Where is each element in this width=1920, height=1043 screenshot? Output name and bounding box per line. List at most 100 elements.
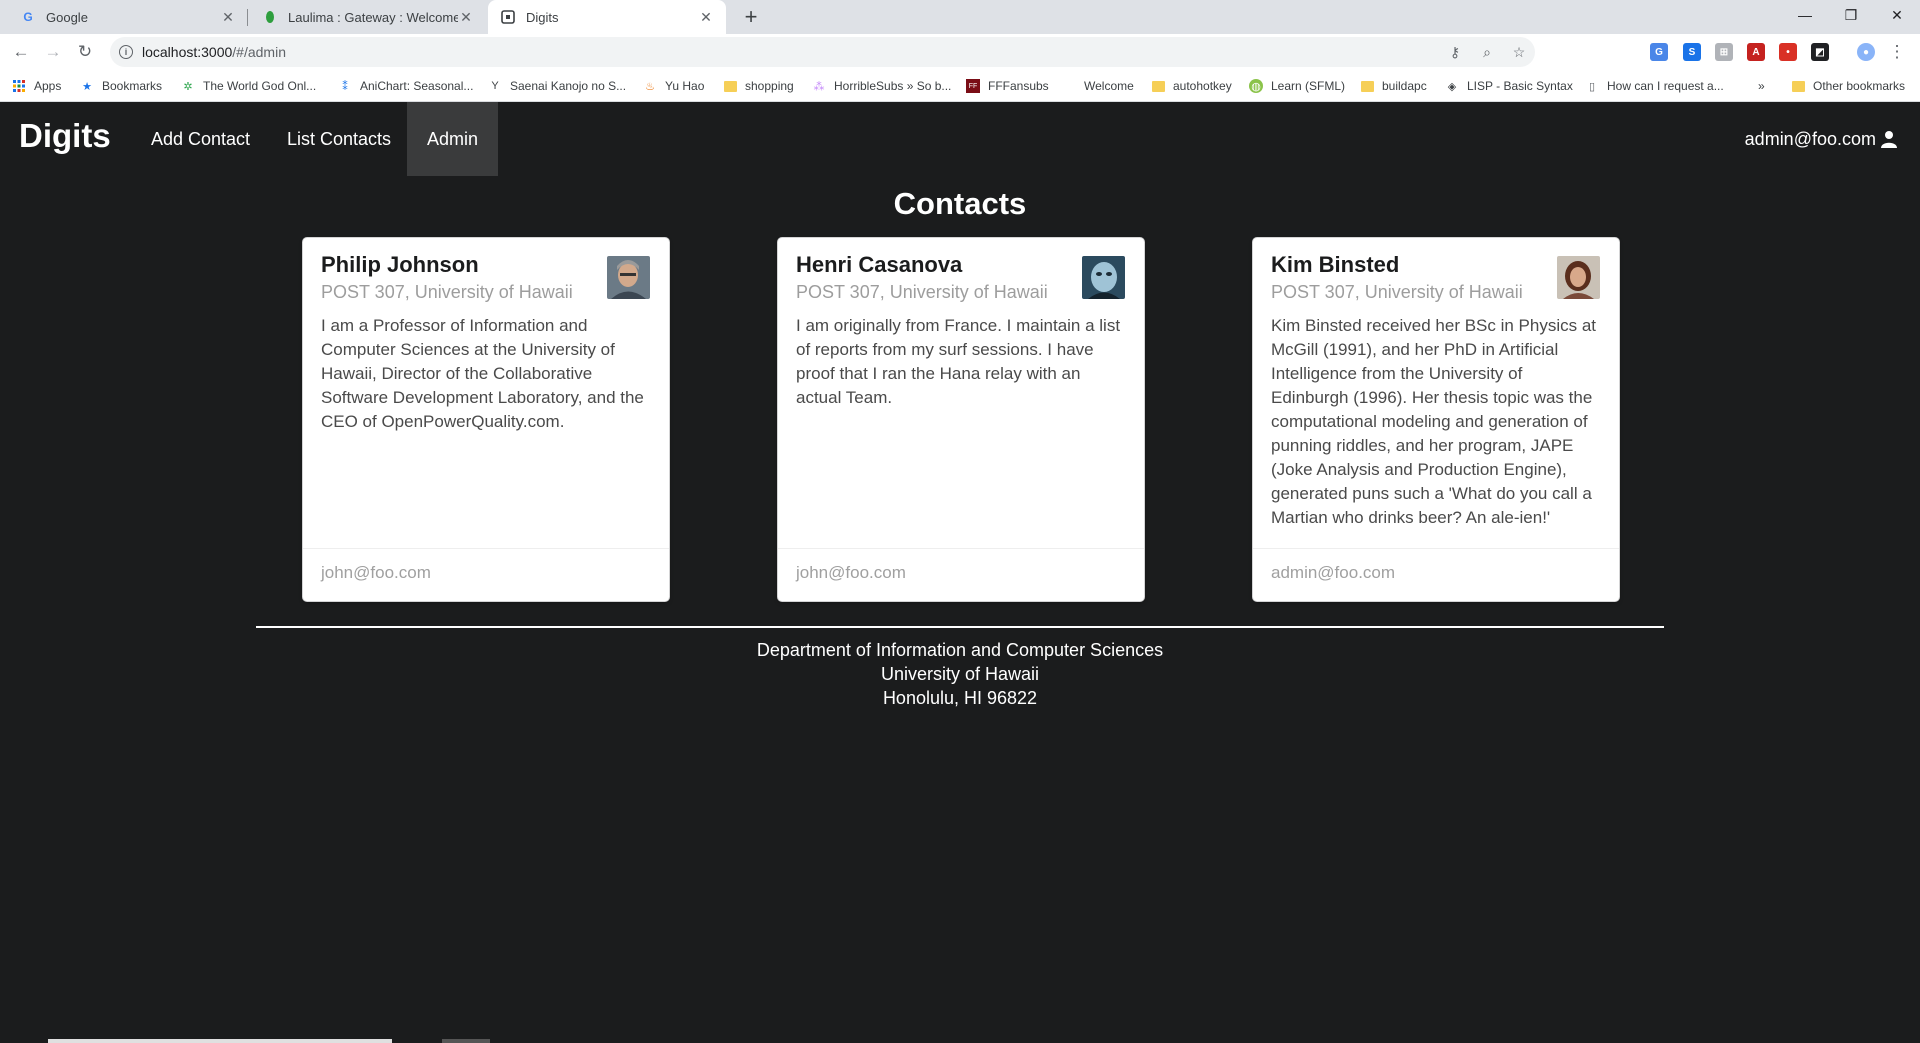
site-icon: FF [966, 79, 980, 93]
bookmark-label: FFFansubs [988, 79, 1049, 93]
bookmark-apps[interactable]: Apps [12, 70, 61, 102]
profile-avatar-icon[interactable]: ● [1857, 43, 1875, 61]
card-footer: john@foo.com [778, 548, 1144, 601]
bookmark-fffansubs[interactable]: FF FFFansubs [966, 70, 1049, 102]
contact-description: Kim Binsted received her BSc in Physics … [1271, 316, 1597, 527]
close-tab-icon[interactable]: ✕ [698, 9, 714, 25]
bookmark-shopping[interactable]: shopping [724, 70, 794, 102]
user-dropdown[interactable]: admin@foo.com [1745, 102, 1898, 176]
footer-divider [256, 626, 1664, 628]
nav-list-contacts[interactable]: List Contacts [267, 102, 411, 176]
pdf-extension-icon[interactable]: A [1747, 43, 1765, 61]
folder-icon [1361, 80, 1374, 92]
contact-address: POST 307, University of Hawaii [1271, 282, 1523, 302]
bookmark-label: autohotkey [1173, 79, 1232, 93]
contact-name: Kim Binsted [1271, 252, 1400, 277]
page-icon: ▯ [1588, 80, 1596, 93]
bookmark-star-icon[interactable]: ☆ [1509, 42, 1529, 62]
folder-icon [1792, 80, 1805, 92]
address-bar[interactable]: i localhost:3000/#/admin ⚷ ⌕ ☆ [110, 37, 1535, 67]
contact-avatar [1082, 256, 1125, 299]
site-info-icon[interactable]: i [119, 45, 133, 59]
tab-title: Google [46, 9, 88, 25]
bookmark-other[interactable]: Other bookmarks [1792, 70, 1905, 102]
browser-tab-laulima[interactable]: Laulima : Gateway : Welcome ✕ [250, 0, 486, 34]
extension-icon[interactable]: ⊞ [1715, 43, 1733, 61]
tab-separator [247, 9, 248, 26]
bookmark-yu-hao[interactable]: ♨ Yu Hao [643, 70, 704, 102]
url-text: localhost:3000/#/admin [142, 44, 286, 60]
bookmark-label: Yu Hao [665, 79, 705, 93]
card-footer: admin@foo.com [1253, 548, 1619, 601]
digits-app: Digits Add Contact List Contacts Admin a… [0, 102, 1920, 1043]
contact-name: Philip Johnson [321, 252, 479, 277]
contact-avatar [607, 256, 650, 299]
horizontal-scrollbar[interactable] [0, 1039, 1920, 1043]
bookmark-label: Saenai Kanojo no S... [510, 79, 627, 93]
key-icon[interactable]: ⚷ [1445, 42, 1465, 62]
bookmark-label: Other bookmarks [1813, 79, 1906, 93]
dark-extension-icon[interactable]: ◩ [1811, 43, 1829, 61]
bookmark-label: Bookmarks [102, 79, 163, 93]
close-tab-icon[interactable]: ✕ [220, 9, 236, 25]
restore-icon[interactable]: ❐ [1828, 0, 1874, 30]
bookmark-buildapc[interactable]: buildapc [1361, 70, 1427, 102]
browser-tab-digits[interactable]: Digits ✕ [488, 0, 726, 34]
bookmark-label: HorribleSubs » So b... [834, 79, 952, 93]
skype-extension-icon[interactable]: S [1683, 43, 1701, 61]
minimize-icon[interactable]: — [1782, 0, 1828, 30]
contact-description: I am a Professor of Information and Comp… [321, 316, 644, 431]
url-path: /#/admin [232, 44, 286, 60]
contact-address: POST 307, University of Hawaii [796, 282, 1048, 302]
bookmark-label: The World God Onl... [203, 79, 317, 93]
bookmark-world-god[interactable]: ✲ The World God Onl... [181, 70, 316, 102]
forward-icon[interactable]: → [42, 41, 64, 63]
leaf-icon [262, 9, 278, 25]
user-icon [1880, 130, 1898, 148]
zoom-icon[interactable]: ⌕ [1477, 42, 1497, 62]
browser-toolbar: ← → ↻ i localhost:3000/#/admin ⚷ ⌕ ☆ G S… [0, 34, 1920, 70]
bookmark-label: Apps [34, 79, 62, 93]
bookmark-learn-sfml[interactable]: ◍ Learn (SFML) [1249, 70, 1345, 102]
footer-address: Honolulu, HI 96822 [882, 688, 1038, 708]
scrollbar-thumb[interactable] [48, 1039, 392, 1043]
top-menu: Digits Add Contact List Contacts Admin a… [0, 102, 1920, 176]
bookmarks-overflow[interactable]: » [1758, 70, 1765, 102]
nav-admin[interactable]: Admin [407, 102, 499, 176]
contact-card: Henri Casanova POST 307, University of H… [778, 238, 1144, 601]
apps-grid-icon [12, 79, 26, 93]
site-icon: ◈ [1447, 80, 1457, 93]
browser-tab-google[interactable]: G Google ✕ [8, 0, 248, 34]
chrome-menu-icon[interactable]: ⋮ [1886, 41, 1908, 63]
bookmark-how-can-i[interactable]: ▯ How can I request a... [1585, 70, 1724, 102]
bookmark-anichart[interactable]: ⁑ AniChart: Seasonal... [338, 70, 473, 102]
translate-extension-icon[interactable]: G [1650, 43, 1668, 61]
contact-description: I am originally from France. I maintain … [796, 316, 1121, 407]
overflow-icon: » [1758, 79, 1765, 93]
user-email: admin@foo.com [1744, 128, 1876, 149]
close-tab-icon[interactable]: ✕ [458, 9, 474, 25]
nav-add-contact[interactable]: Add Contact [131, 102, 270, 176]
site-icon: ✲ [183, 80, 193, 93]
bookmark-bookmarks[interactable]: ★ Bookmarks [80, 70, 162, 102]
red-extension-icon[interactable]: • [1779, 43, 1797, 61]
bookmark-autohotkey[interactable]: autohotkey [1152, 70, 1232, 102]
bookmark-welcome[interactable]: Welcome [1062, 70, 1134, 102]
bookmark-label: How can I request a... [1607, 79, 1724, 93]
bookmark-horriblesubs[interactable]: ⁂ HorribleSubs » So b... [812, 70, 952, 102]
tab-title: Laulima : Gateway : Welcome [288, 9, 458, 25]
contact-owner-email: john@foo.com [796, 563, 906, 582]
folder-icon [1152, 80, 1165, 92]
close-window-icon[interactable]: ✕ [1874, 0, 1920, 30]
back-icon[interactable]: ← [10, 41, 32, 63]
browser-tabstrip: G Google ✕ Laulima : Gateway : Welcome ✕… [0, 0, 1920, 34]
bookmark-saenai[interactable]: Y Saenai Kanojo no S... [488, 70, 626, 102]
brand-logo[interactable]: Digits [19, 117, 111, 155]
bookmark-label: Welcome [1084, 79, 1134, 93]
contact-avatar [1557, 256, 1600, 299]
scrollbar-segment [442, 1039, 490, 1043]
reload-icon[interactable]: ↻ [74, 41, 96, 63]
contact-owner-email: admin@foo.com [1271, 563, 1396, 582]
new-tab-button[interactable]: + [738, 4, 764, 29]
bookmark-lisp[interactable]: ◈ LISP - Basic Syntax [1445, 70, 1573, 102]
